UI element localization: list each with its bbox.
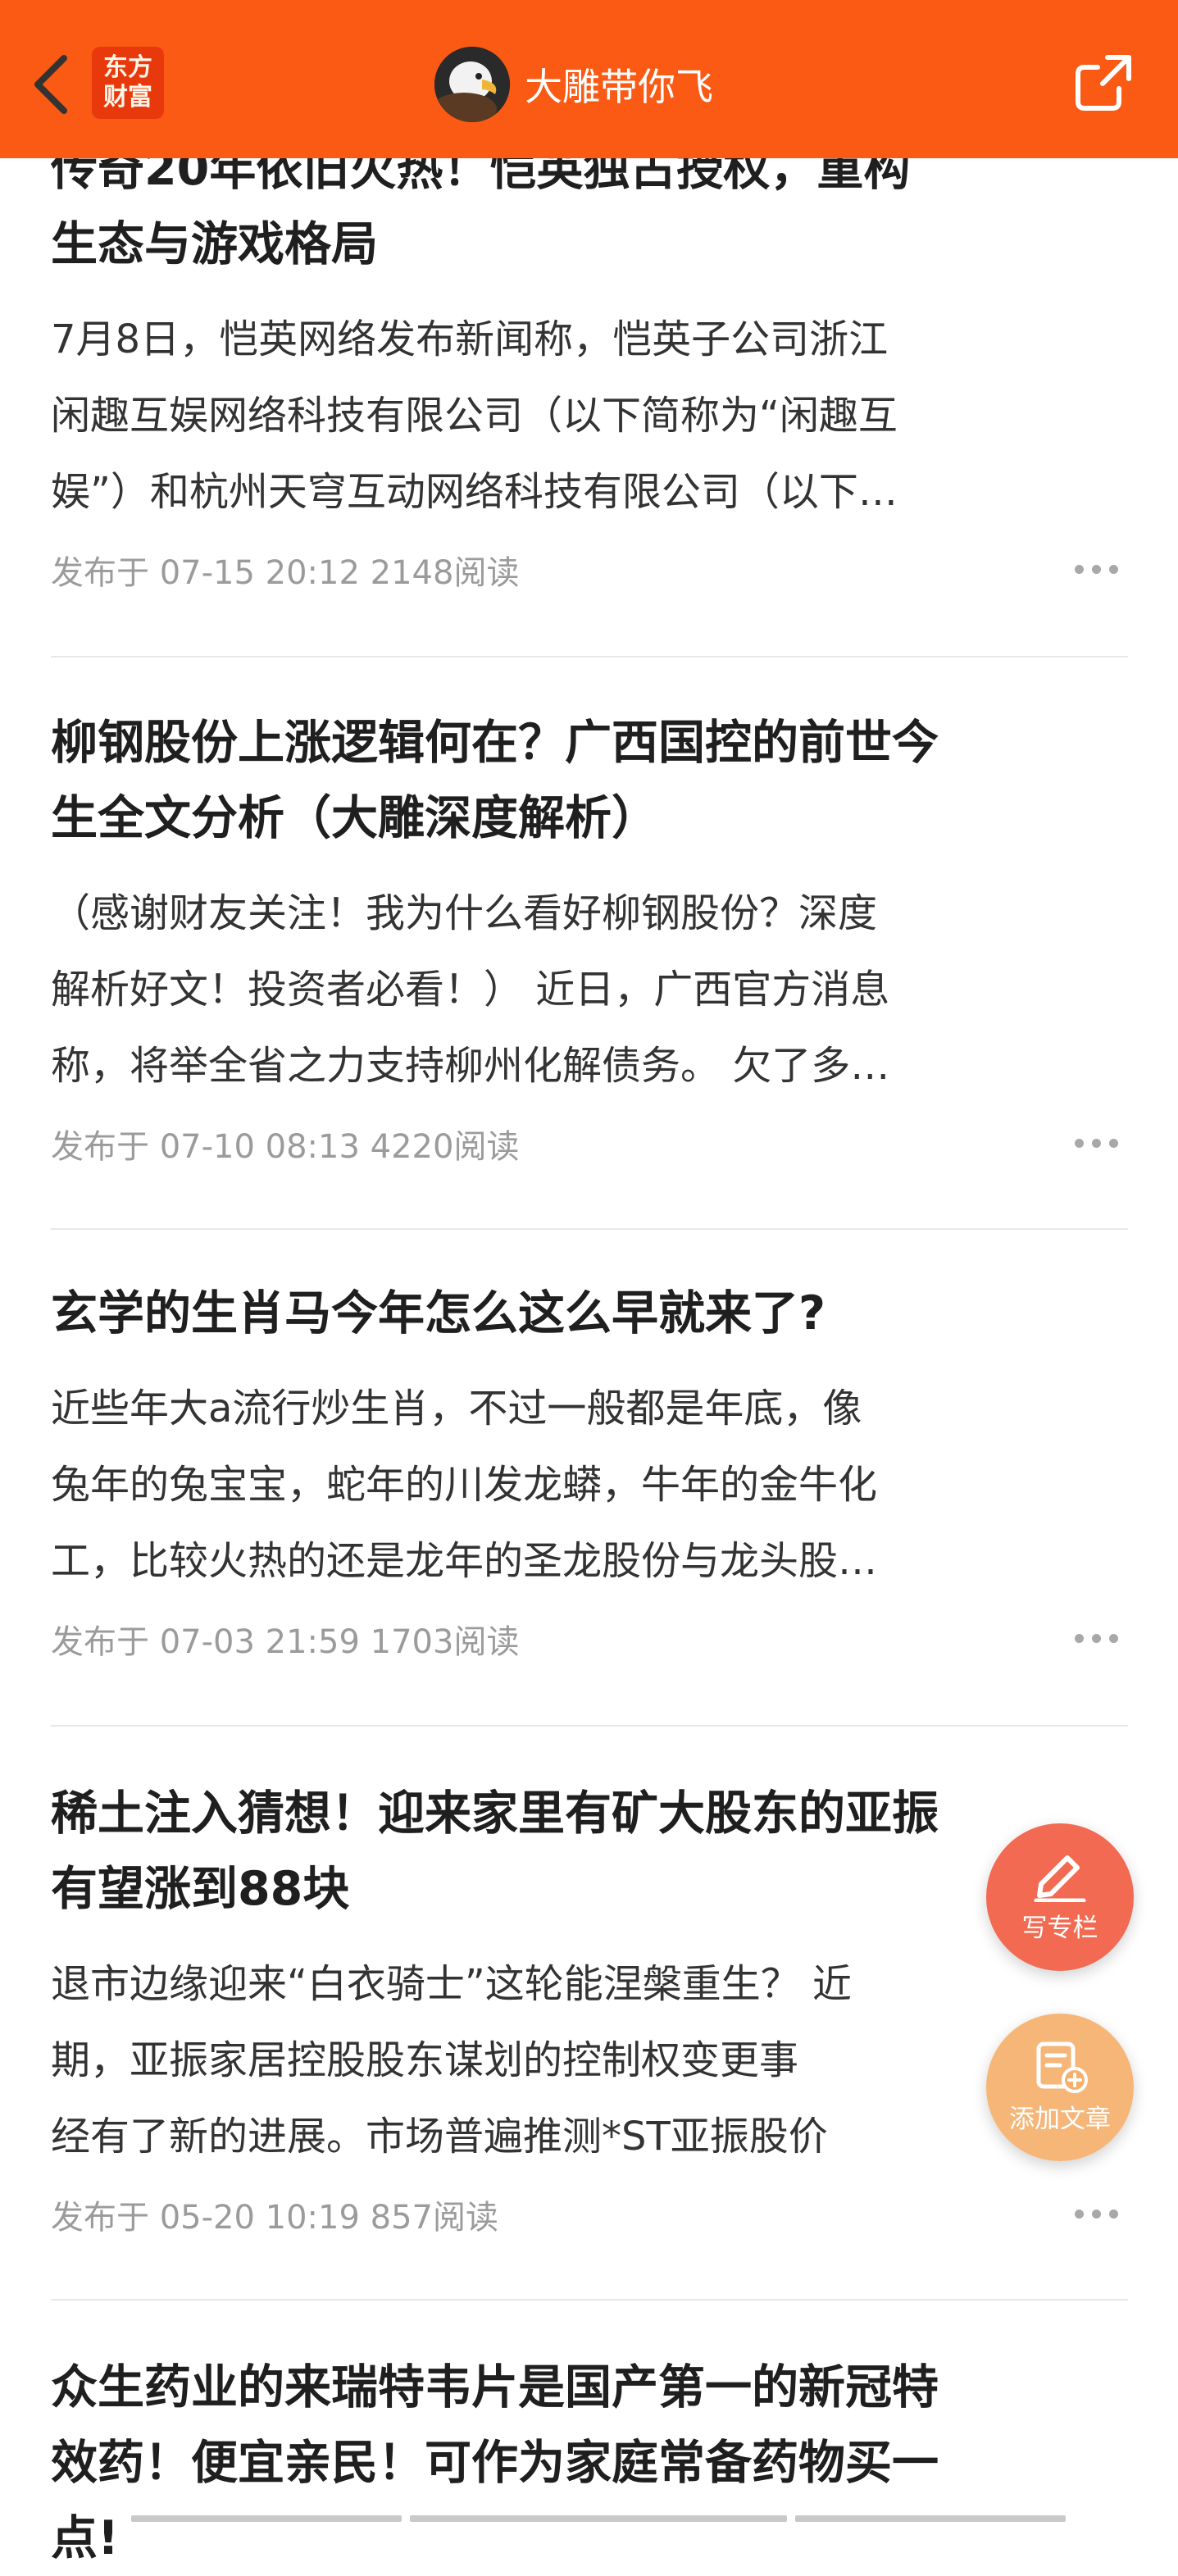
logo-line1: 东方 <box>103 53 152 82</box>
divider <box>51 1228 1128 1230</box>
article-title[interactable]: 稀土注入猜想！迎来家里有矿大股东的亚振 有望涨到88块 <box>51 1776 1128 1927</box>
write-column-button[interactable]: 写专栏 <box>986 1823 1134 1971</box>
article-title[interactable]: 众生药业的来瑞特韦片是国产第一的新冠特 效药！便宜亲民！可作为家庭常备药物买一 … <box>51 2350 1128 2576</box>
share-button[interactable] <box>1071 51 1135 115</box>
article-title-line: 点! <box>51 2511 119 2565</box>
more-dots-icon <box>1092 565 1101 574</box>
summary-line: 近些年大a流行炒生肖，不过一般都是年底，像 <box>51 1386 862 1431</box>
article-title-line: 众生药业的来瑞特韦片是国产第一的新冠特 <box>51 2360 939 2414</box>
article-summary: 退市边缘迎来“白衣骑士”这轮能涅槃重生？ 近 期，亚振家居控股股东谋划的控制权变… <box>51 1946 1128 2175</box>
article-summary: 近些年大a流行炒生肖，不过一般都是年底，像 兔年的兔宝宝，蛇年的川发龙蟒，牛年的… <box>51 1371 1128 1600</box>
share-icon <box>1076 55 1131 111</box>
more-options-button[interactable] <box>1070 1629 1123 1648</box>
publish-info: 发布于 07-10 08:13 4220阅读 <box>51 1128 520 1166</box>
author-avatar[interactable] <box>434 47 510 122</box>
article-title-line: 生全文分析（大雕深度解析） <box>51 791 658 845</box>
article-title[interactable]: 柳钢股份上涨逻辑何在？广西国控的前世今 生全文分析（大雕深度解析） <box>51 705 1128 856</box>
summary-line: 兔年的兔宝宝，蛇年的川发龙蟒，牛年的金牛化 <box>51 1462 878 1508</box>
article-title[interactable]: 玄学的生肖马今年怎么这么早就来了? <box>51 1276 1128 1351</box>
divider <box>51 656 1128 658</box>
summary-line: （感谢财友关注！我为什么看好柳钢股份？深度 <box>51 890 878 936</box>
divider <box>51 1725 1128 1727</box>
summary-line: 解析好文！投资者必看！） 近日，广西官方消息 <box>51 967 890 1013</box>
article-title-line: 有望涨到88块 <box>51 1862 350 1916</box>
summary-line: 工，比较火热的还是龙年的圣龙股份与龙头股… <box>51 1538 878 1584</box>
author-name: 大雕带你飞 <box>525 65 713 109</box>
add-document-icon <box>1036 2041 1088 2093</box>
publish-info: 发布于 07-15 20:12 2148阅读 <box>51 554 520 592</box>
article-title-line: 稀土注入猜想！迎来家里有矿大股东的亚振 <box>51 1786 939 1841</box>
image-placeholder <box>131 2515 402 2522</box>
top-navigation-bar: 东方 财富 大雕带你飞 <box>0 0 1178 158</box>
more-dots-icon <box>1092 1634 1101 1643</box>
back-button[interactable] <box>18 48 84 121</box>
add-article-button[interactable]: 添加文章 <box>986 2014 1134 2161</box>
article-item[interactable]: 玄学的生肖马今年怎么这么早就来了? 近些年大a流行炒生肖，不过一般都是年底，像 … <box>51 1276 1128 1667</box>
more-options-button[interactable] <box>1070 1134 1123 1153</box>
more-dots-icon <box>1109 1139 1118 1148</box>
chevron-left-icon <box>34 55 67 114</box>
article-title-line: 柳钢股份上涨逻辑何在？广西国控的前世今 <box>51 716 939 770</box>
article-title-line: 生态与游戏格局 <box>51 217 378 271</box>
write-column-label: 写专栏 <box>1021 1913 1098 1943</box>
more-dots-icon <box>1109 1634 1118 1643</box>
summary-line: 娱”）和杭州天穹互动网络科技有限公司（以下… <box>51 469 898 515</box>
article-summary: 7月8日，恺英网络发布新闻称，恺英子公司浙江 闲趣互娱网络科技有限公司（以下简称… <box>51 302 1128 530</box>
article-item[interactable]: 传奇20年依旧火热！恺英独占授权，重构 生态与游戏格局 7月8日，恺英网络发布新… <box>51 131 1128 598</box>
article-meta: 发布于 07-10 08:13 4220阅读 <box>51 1122 1128 1172</box>
eagle-avatar-image <box>434 47 510 122</box>
article-meta: 发布于 05-20 10:19 857阅读 <box>51 2193 1128 2242</box>
pen-icon <box>1034 1855 1086 1902</box>
article-summary: （感谢财友关注！我为什么看好柳钢股份？深度 解析好文！投资者必看！） 近日，广西… <box>51 876 1128 1104</box>
more-dots-icon <box>1092 1139 1101 1148</box>
more-dots-icon <box>1109 565 1118 574</box>
divider <box>51 2299 1128 2301</box>
article-item[interactable]: 柳钢股份上涨逻辑何在？广西国控的前世今 生全文分析（大雕深度解析） （感谢财友关… <box>51 705 1128 1172</box>
more-options-button[interactable] <box>1070 560 1123 579</box>
summary-line: 经有了新的进展。市场普遍推测*ST亚振股价 <box>51 2114 828 2160</box>
article-meta: 发布于 07-03 21:59 1703阅读 <box>51 1618 1128 1667</box>
app-logo[interactable]: 东方 财富 <box>92 47 164 119</box>
summary-line: 期，亚振家居控股股东谋划的控制权变更事 <box>51 2037 799 2083</box>
summary-line: 闲趣互娱网络科技有限公司（以下简称为“闲趣互 <box>51 393 898 439</box>
more-dots-icon <box>1075 2210 1084 2219</box>
publish-info: 发布于 07-03 21:59 1703阅读 <box>51 1623 520 1661</box>
summary-line: 称，将举全省之力支持柳州化解债务。 欠了多… <box>51 1043 890 1089</box>
author-info[interactable]: 大雕带你飞 <box>434 45 713 124</box>
image-placeholder <box>410 2515 787 2522</box>
summary-line: 退市边缘迎来“白衣骑士”这轮能涅槃重生？ 近 <box>51 1961 852 2007</box>
logo-line2: 财富 <box>103 83 152 112</box>
summary-line: 7月8日，恺英网络发布新闻称，恺英子公司浙江 <box>51 316 889 362</box>
more-dots-icon <box>1109 2210 1118 2219</box>
more-dots-icon <box>1075 1139 1084 1148</box>
article-title-line: 效药！便宜亲民！可作为家庭常备药物买一 <box>51 2436 939 2490</box>
add-article-label: 添加文章 <box>1009 2104 1111 2134</box>
article-meta: 发布于 07-15 20:12 2148阅读 <box>51 548 1128 598</box>
more-dots-icon <box>1092 2210 1101 2219</box>
more-dots-icon <box>1075 565 1084 574</box>
article-image-strip <box>131 2515 1066 2524</box>
more-options-button[interactable] <box>1070 2205 1123 2223</box>
article-item[interactable]: 众生药业的来瑞特韦片是国产第一的新冠特 效药！便宜亲民！可作为家庭常备药物买一 … <box>51 2350 1128 2576</box>
image-placeholder <box>795 2515 1066 2522</box>
publish-info: 发布于 05-20 10:19 857阅读 <box>51 2199 498 2237</box>
article-title-line: 玄学的生肖马今年怎么这么早就来了? <box>51 1286 826 1340</box>
article-item[interactable]: 稀土注入猜想！迎来家里有矿大股东的亚振 有望涨到88块 退市边缘迎来“白衣骑士”… <box>51 1776 1128 2242</box>
more-dots-icon <box>1075 1634 1084 1643</box>
